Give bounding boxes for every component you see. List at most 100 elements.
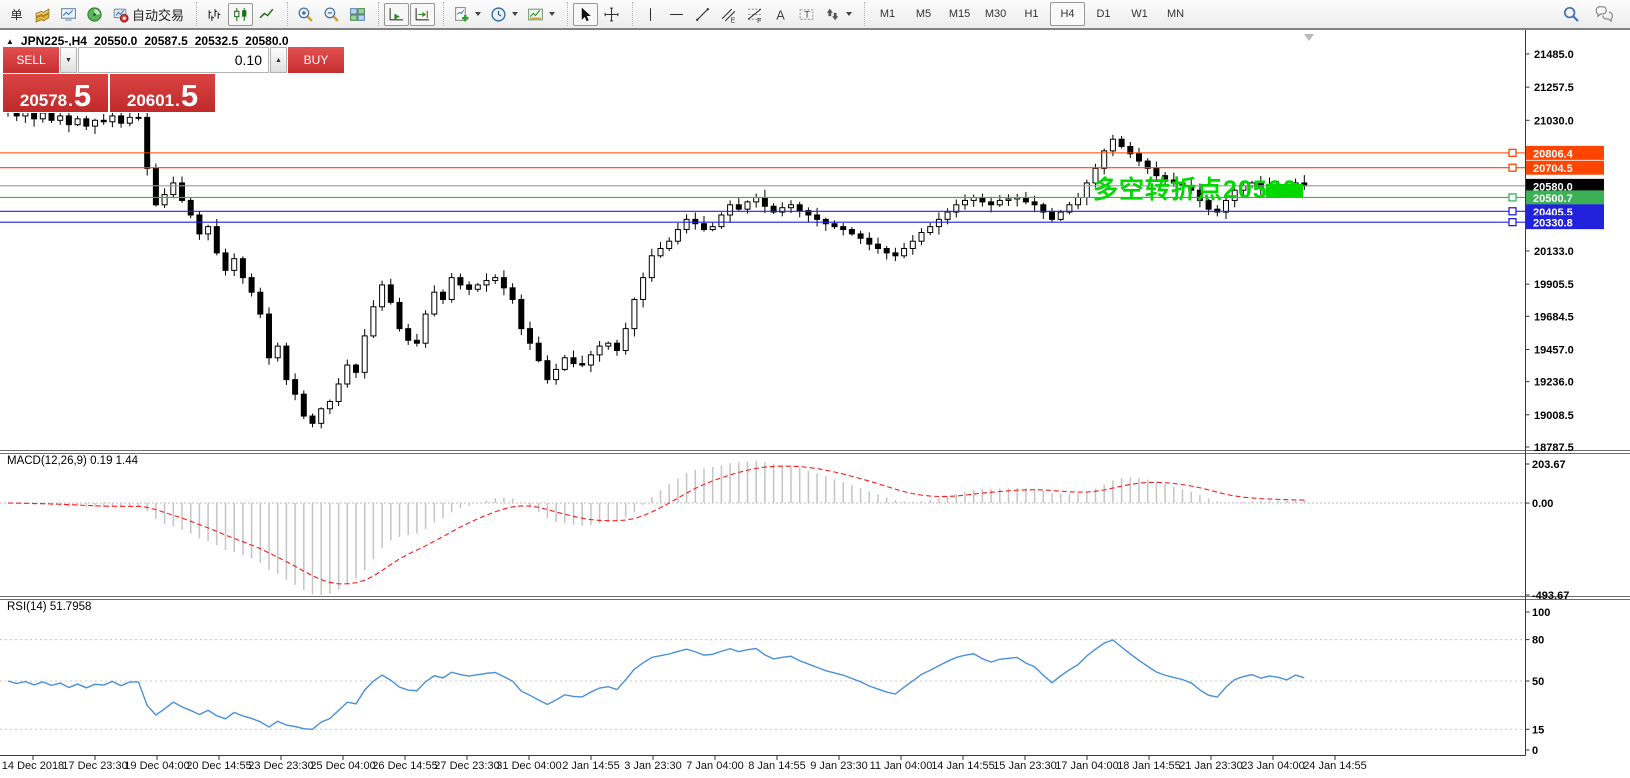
- market-watch-button[interactable]: [30, 3, 55, 26]
- autotrading-icon: [112, 6, 129, 23]
- timeframe-m30[interactable]: M30: [978, 2, 1013, 26]
- candle-body: [222, 252, 229, 271]
- timeframe-h1[interactable]: H1: [1014, 2, 1049, 26]
- data-window-button[interactable]: [56, 3, 81, 26]
- sell-button[interactable]: SELL: [3, 47, 59, 73]
- x-axis-tick-label: 19 Dec 04:00: [124, 760, 189, 772]
- level-line-handle[interactable]: [1508, 207, 1517, 216]
- templates-icon: [527, 6, 544, 23]
- autotrading-button[interactable]: 自动交易: [108, 3, 188, 26]
- collapse-chart-icon[interactable]: ▲: [6, 37, 14, 46]
- timeframe-m15[interactable]: M15: [942, 2, 977, 26]
- buy-price-button[interactable]: 20601. 5: [110, 74, 215, 112]
- navigator-button[interactable]: [82, 3, 107, 26]
- toolbar-separator: [190, 2, 198, 26]
- cursor-tool-button[interactable]: [573, 2, 599, 26]
- auto-scroll-button[interactable]: [384, 2, 410, 26]
- x-axis-tick-label: 21 Jan 23:30: [1179, 760, 1243, 772]
- line-chart-button[interactable]: [254, 3, 279, 26]
- level-line-handle[interactable]: [1508, 218, 1517, 227]
- y-axis-tick-label: 20133.0: [1534, 246, 1574, 258]
- buy-button[interactable]: BUY: [288, 47, 344, 73]
- candle-body: [161, 194, 168, 206]
- candle-body: [831, 223, 838, 228]
- text-tool-button[interactable]: A: [768, 3, 793, 26]
- level-line-handle[interactable]: [1508, 148, 1517, 158]
- fibonacci-icon: F: [746, 6, 763, 23]
- timeframe-mn[interactable]: MN: [1158, 2, 1193, 26]
- volume-decrease-button[interactable]: ▼: [60, 47, 77, 73]
- community-chat-button[interactable]: [1590, 3, 1618, 26]
- y-axis-tick-label: 19008.5: [1534, 410, 1574, 422]
- candle-body: [144, 116, 151, 169]
- level-line-handle[interactable]: [1508, 163, 1517, 172]
- candle-body: [535, 342, 542, 362]
- volume-input[interactable]: [78, 47, 269, 73]
- level-line-handle[interactable]: [1508, 193, 1517, 202]
- candle-body: [57, 115, 64, 121]
- y-axis-tick-label: 21485.0: [1534, 49, 1574, 61]
- candlestick-chart-button[interactable]: [228, 2, 254, 26]
- price-tag-label: 20704.5: [1533, 163, 1573, 175]
- bar-chart-button[interactable]: [202, 3, 227, 26]
- chart-area[interactable]: 21485.0 21257.5 21030.0 20133.0 19905.5 19684…: [0, 30, 1630, 778]
- templates-button[interactable]: [523, 3, 559, 26]
- candle-body: [361, 335, 368, 373]
- line-chart-icon: [258, 6, 275, 23]
- rsi-tick-label: 100: [1532, 607, 1550, 619]
- y-axis-tick-label: 19236.0: [1534, 377, 1574, 389]
- chart-shift-button[interactable]: [410, 2, 436, 26]
- candle-body: [979, 197, 986, 203]
- buy-price-big: 5: [180, 78, 199, 113]
- search-icon: [1562, 5, 1580, 23]
- candle-body: [701, 223, 707, 231]
- new-order-button[interactable]: 单: [4, 3, 29, 26]
- timeframe-m1[interactable]: M1: [870, 2, 905, 26]
- candle-body: [152, 167, 159, 206]
- fibonacci-tool-button[interactable]: F: [742, 3, 767, 26]
- trendline-tool-button[interactable]: [690, 3, 715, 26]
- periods-button[interactable]: [486, 3, 522, 26]
- buy-price-main: 20601: [126, 91, 175, 110]
- candle-body: [988, 201, 995, 206]
- crosshair-tool-button[interactable]: [599, 3, 624, 26]
- x-axis-tick-label: 14 Jan 14:55: [931, 760, 995, 772]
- vertical-line-tool-button[interactable]: [638, 3, 663, 26]
- x-axis-tick-label: 27 Dec 23:30: [434, 760, 499, 772]
- tile-windows-button[interactable]: [345, 3, 370, 26]
- zoom-out-button[interactable]: [319, 3, 344, 26]
- timeframe-m5[interactable]: M5: [906, 2, 941, 26]
- candle-body: [909, 240, 916, 249]
- cursor-icon: [577, 6, 594, 23]
- tile-windows-icon: [349, 6, 366, 23]
- candle-body: [1031, 201, 1038, 206]
- timeframe-d1[interactable]: D1: [1086, 2, 1121, 26]
- candle-body: [631, 298, 638, 330]
- x-axis-tick-label: 18 Jan 14:55: [1117, 760, 1181, 772]
- candle-body: [579, 363, 586, 366]
- candle-body: [674, 229, 681, 242]
- text-label-tool-button[interactable]: T: [794, 3, 819, 26]
- candle-body: [918, 231, 925, 242]
- sell-price-button[interactable]: 20578. 5: [3, 74, 108, 112]
- equidistant-channel-tool-button[interactable]: E: [716, 3, 741, 26]
- candle-body: [239, 258, 246, 279]
- candlestick-icon: [232, 6, 249, 23]
- text-label-icon: T: [798, 6, 815, 23]
- x-axis-tick-label: 17 Dec 23:30: [62, 760, 127, 772]
- zoom-in-button[interactable]: [293, 3, 318, 26]
- indicators-button[interactable]: [449, 3, 485, 26]
- candle-body: [266, 313, 272, 359]
- search-button[interactable]: [1558, 3, 1584, 26]
- candle-body: [248, 277, 255, 293]
- chart-canvas[interactable]: 21485.0 21257.5 21030.0 20133.0 19905.5 19684…: [0, 30, 1630, 778]
- candle-body: [622, 328, 629, 351]
- volume-increase-button[interactable]: ▲: [270, 47, 287, 73]
- timeframe-h4[interactable]: H4: [1050, 2, 1086, 26]
- candle-body: [1022, 197, 1029, 203]
- green-rectangle-object[interactable]: [1266, 184, 1303, 197]
- arrows-tool-button[interactable]: [820, 3, 856, 26]
- horizontal-line-tool-button[interactable]: [664, 3, 689, 26]
- timeframe-w1[interactable]: W1: [1122, 2, 1157, 26]
- candle-body: [883, 247, 890, 254]
